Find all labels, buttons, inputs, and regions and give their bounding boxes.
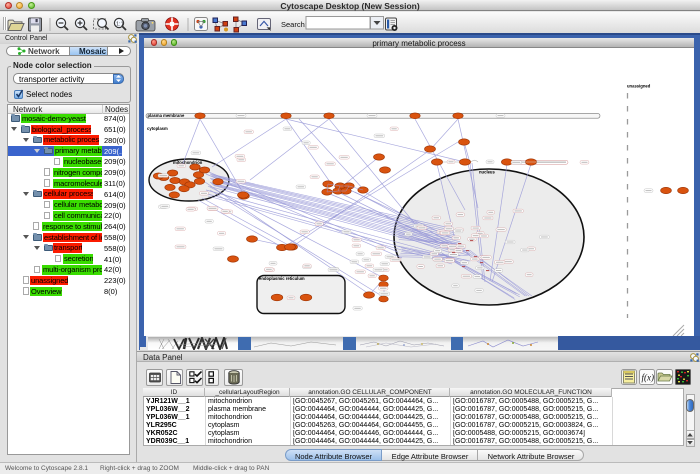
svg-text:f(x): f(x) xyxy=(642,373,655,383)
svg-text:cytoplasm: cytoplasm xyxy=(147,126,168,131)
svg-text:plasma membrane: plasma membrane xyxy=(148,113,185,118)
svg-text:nucleus: nucleus xyxy=(479,170,495,175)
svg-text:endoplasmic reticulum: endoplasmic reticulum xyxy=(259,276,305,281)
svg-text:unassigned: unassigned xyxy=(627,84,651,89)
svg-text:Search:: Search: xyxy=(281,20,307,29)
